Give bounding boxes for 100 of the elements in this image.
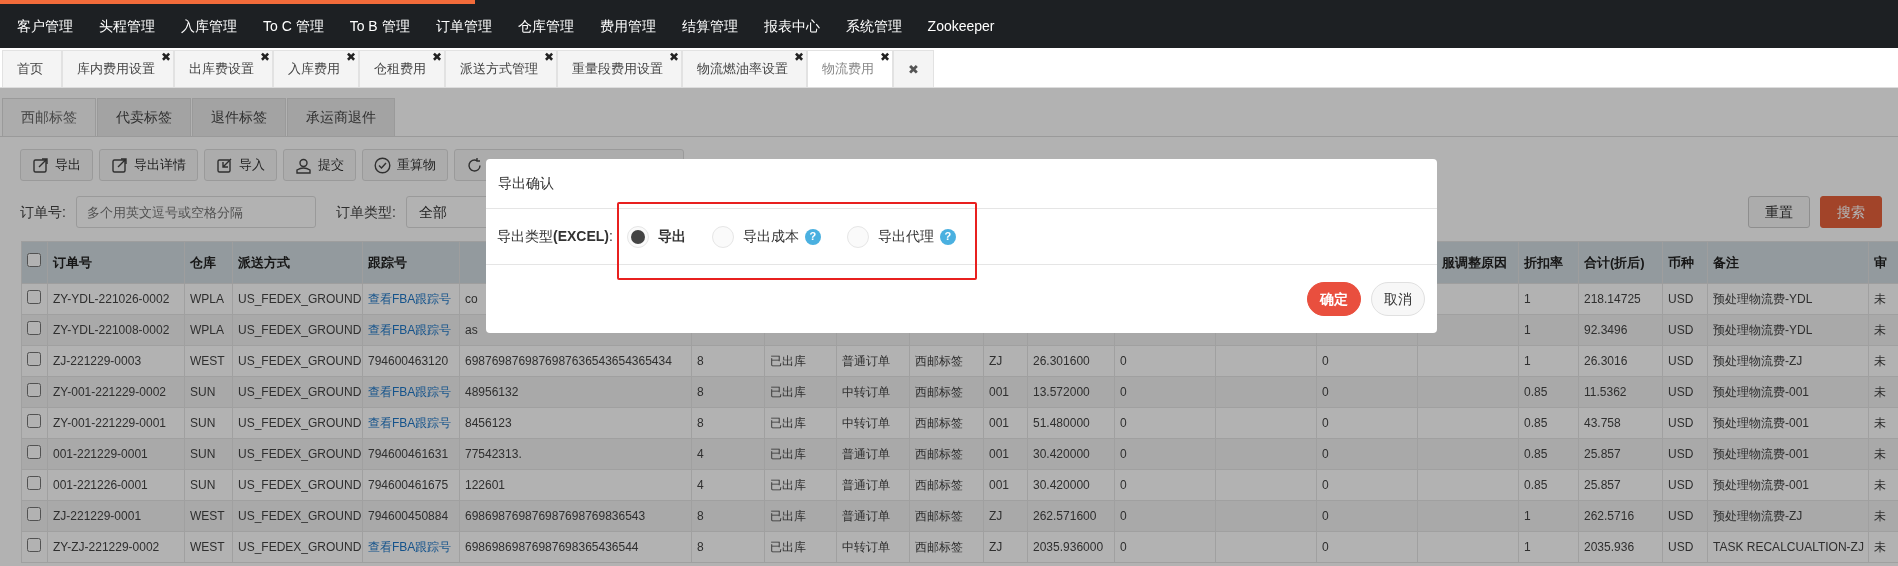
close-icon[interactable]: ✖ [345,51,356,63]
table-cell: 0.85 [1524,447,1548,461]
column-header: 合计(折后) [1584,254,1645,270]
tab-label: 物流费用 [822,60,874,79]
sub-tab[interactable]: 退件标签 [192,98,286,136]
row-checkbox[interactable] [27,382,41,397]
table-cell: 8 [697,354,704,368]
toolbar-button[interactable]: 导入 [204,149,277,181]
table-cell: 0 [1120,354,1127,368]
close-icon[interactable]: ✖ [793,51,804,63]
nav-menu-item[interactable]: 入库管理 [168,15,250,37]
nav-menu-item[interactable]: 系统管理 [832,15,915,37]
table-cell: 西邮标签 [915,540,963,554]
table-cell: US_FEDEX_GROUND [238,292,362,306]
radio-button[interactable] [846,225,869,248]
table-cell: 预处理物流费-ZJ [1713,509,1803,523]
row-checkbox[interactable] [27,537,41,552]
close-all-tab[interactable]: ✖ [893,50,934,87]
column-header: 币种 [1668,254,1694,270]
import-icon [216,156,233,174]
row-checkbox[interactable] [27,351,41,366]
radio-button[interactable] [711,225,734,248]
table-cell: 普通订单 [842,478,890,492]
close-icon[interactable]: ✖ [160,51,171,63]
table-cell: 预处理物流费-001 [1713,416,1810,430]
tab-label: 物流燃油率设置 [697,60,788,79]
toolbar-button[interactable]: 重算物 [362,149,448,181]
page-tab[interactable]: 物流燃油率设置 ✖ [682,50,807,87]
close-icon[interactable]: ✖ [879,51,890,63]
table-cell: USD [1668,323,1694,337]
table-cell: 西邮标签 [915,447,963,461]
page-tab[interactable]: 出库费设置 ✖ [174,50,273,87]
field-label: 订单类型: [335,202,396,222]
row-checkbox[interactable] [27,289,41,304]
tab-label: 库内费用设置 [77,60,155,79]
page-tab[interactable]: 入库费用 ✖ [273,50,359,87]
nav-menu-item[interactable]: 客户管理 [4,15,86,37]
table-cell: 262.571600 [1033,509,1097,523]
nav-menu-item[interactable]: 费用管理 [586,15,669,37]
table-cell: 已出库 [770,509,806,523]
page-tab[interactable]: 首页 [2,50,62,87]
sub-tab[interactable]: 代卖标签 [97,98,191,136]
column-header: 审 [1874,254,1887,270]
toolbar-button[interactable]: 提交 [283,149,356,181]
table-cell: 69869869876987698365436544 [465,540,639,554]
radio-label: 导出代理 [877,227,934,246]
row-checkbox[interactable] [27,413,41,428]
nav-menu-item[interactable]: 头程管理 [86,15,168,37]
page-tab[interactable]: 仓租费用 ✖ [359,50,445,87]
table-cell: co [465,292,478,306]
toolbar-button[interactable]: 导出 [20,149,93,181]
radio-button[interactable] [626,225,649,248]
table-cell: 2035.936 [1584,540,1635,554]
nav-menu-item[interactable]: 报表中心 [750,15,833,37]
column-header: 派送方式 [238,254,290,270]
table-cell: 中转订单 [842,385,890,399]
page-tab[interactable]: 库内费用设置 ✖ [62,50,174,87]
select-all-checkbox[interactable] [27,252,41,267]
table-cell: 48956132 [465,385,519,399]
row-checkbox[interactable] [27,475,41,490]
table-cell: 预处理物流费-001 [1713,478,1810,492]
order-number-field[interactable]: 多个用英文逗号或空格分隔 [75,196,316,228]
tab-label: 首页 [17,60,43,79]
table-cell: 未 [1874,509,1886,523]
nav-menu-item[interactable]: 仓库管理 [504,15,587,37]
row-checkbox[interactable] [27,506,41,521]
row-checkbox[interactable] [27,320,41,335]
nav-menu-item[interactable]: Zookeeper [914,15,1008,37]
table-cell: US_FEDEX_GROUND [238,323,362,337]
nav-menu-item[interactable]: To C 管理 [250,15,337,37]
sub-tab[interactable]: 承运商退件 [287,98,395,136]
confirm-button[interactable]: 确定 [1307,282,1361,316]
sub-tab[interactable]: 西邮标签 [2,98,96,136]
table-cell: 已出库 [770,385,806,399]
table-cell: 1 [1524,540,1531,554]
close-icon[interactable]: ✖ [431,51,442,63]
table-cell: 8456123 [465,416,512,430]
close-icon[interactable]: ✖ [543,51,554,63]
reset-button[interactable]: 重置 [1748,196,1810,228]
page-tab[interactable]: 物流费用 ✖ [807,50,893,87]
cancel-button[interactable]: 取消 [1371,282,1425,316]
nav-menu-item[interactable]: 订单管理 [422,15,505,37]
table-cell: ZJ-221229-0003 [53,354,142,368]
page-tab[interactable]: 重量段费用设置 ✖ [557,50,682,87]
table-cell: 794600461675 [368,478,449,492]
close-icon[interactable]: ✖ [259,51,270,63]
table-cell: 未 [1874,292,1886,306]
toolbar-button[interactable]: 导出详情 [99,149,198,181]
table-cell: 2035.936000 [1033,540,1104,554]
close-icon[interactable]: ✖ [908,62,919,76]
nav-menu-item[interactable]: 结算管理 [668,15,751,37]
table-cell: 1 [1524,509,1531,523]
table-cell: 25.857 [1584,447,1621,461]
table-cell: USD [1668,354,1694,368]
close-icon[interactable]: ✖ [668,51,679,63]
refresh-icon [466,156,483,174]
row-checkbox[interactable] [27,444,41,459]
table-cell: USD [1668,540,1694,554]
page-tab[interactable]: 派送方式管理 ✖ [445,50,557,87]
nav-menu-item[interactable]: To B 管理 [336,15,423,37]
